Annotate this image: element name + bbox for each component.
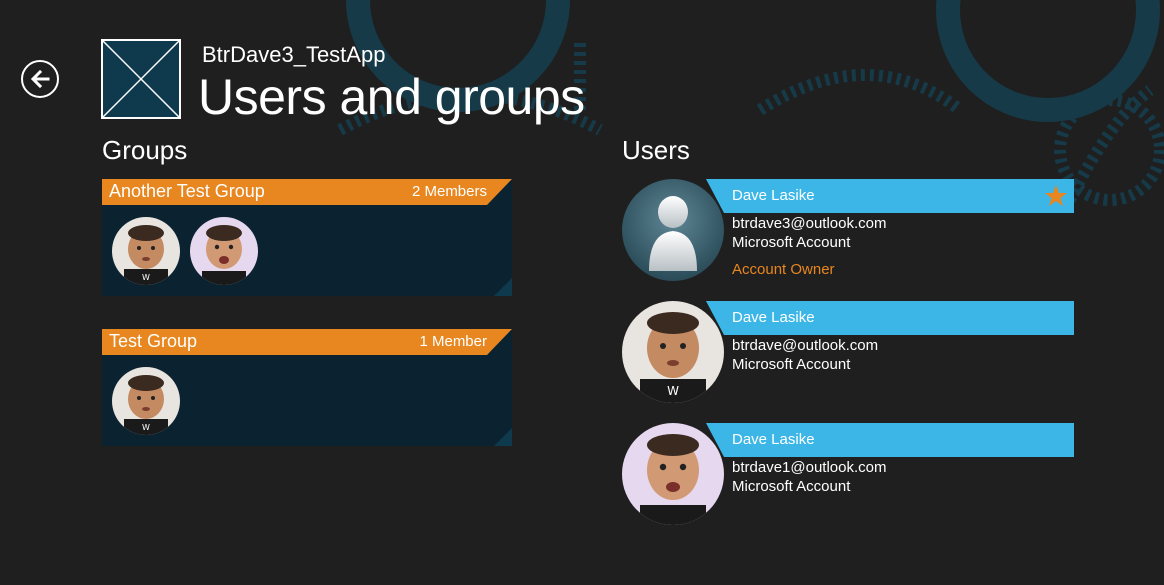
svg-text:W: W	[667, 384, 679, 398]
app-name: BtrDave3_TestApp	[202, 42, 386, 67]
group-member-count: 2 Members	[411, 183, 487, 200]
tile-corner-marker	[494, 428, 512, 446]
user-email: btrdave3@outlook.com	[732, 215, 887, 232]
user-email: btrdave1@outlook.com	[732, 459, 887, 476]
user-role: Account Owner	[732, 261, 835, 278]
user-name: Dave Lasike	[732, 187, 815, 204]
member-avatar: W	[112, 217, 180, 285]
back-button[interactable]	[21, 60, 59, 98]
group-member-avatars: W	[112, 217, 258, 285]
user-photo-avatar	[622, 423, 724, 525]
user-account-type: Microsoft Account	[732, 478, 851, 495]
user-name: Dave Lasike	[732, 309, 815, 326]
user-row[interactable]: Dave Lasike btrdave3@outlook.com Microso…	[622, 179, 1082, 284]
page-title: Users and groups	[198, 69, 585, 125]
group-name: Test Group	[109, 331, 198, 351]
users-section-title: Users	[622, 135, 690, 165]
user-account-type: Microsoft Account	[732, 356, 851, 373]
user-row[interactable]: Dave Lasike btrdave1@outlook.com Microso…	[622, 423, 1082, 528]
group-member-count: 1 Member	[419, 333, 487, 350]
owner-star-icon	[1045, 185, 1067, 206]
group-member-avatars: W	[112, 367, 180, 435]
app-logo-icon	[101, 39, 181, 119]
user-name: Dave Lasike	[732, 431, 815, 448]
groups-section-title: Groups	[102, 135, 188, 165]
member-avatar	[190, 217, 258, 285]
svg-text:W: W	[142, 423, 150, 432]
user-email: btrdave@outlook.com	[732, 337, 879, 354]
group-tile-another-test-group[interactable]: Another Test Group 2 Members W	[102, 179, 512, 296]
member-avatar: W	[112, 367, 180, 435]
back-arrow-icon	[30, 69, 50, 89]
user-photo-avatar: W	[622, 301, 724, 403]
default-user-avatar-icon	[622, 179, 724, 281]
svg-text:W: W	[142, 273, 150, 282]
tile-corner-marker	[494, 278, 512, 296]
group-tile-test-group[interactable]: Test Group 1 Member W	[102, 329, 512, 446]
user-account-type: Microsoft Account	[732, 234, 851, 251]
user-row[interactable]: W Dave Lasike btrdave@outlook.com Micros…	[622, 301, 1082, 406]
group-name: Another Test Group	[109, 181, 265, 201]
